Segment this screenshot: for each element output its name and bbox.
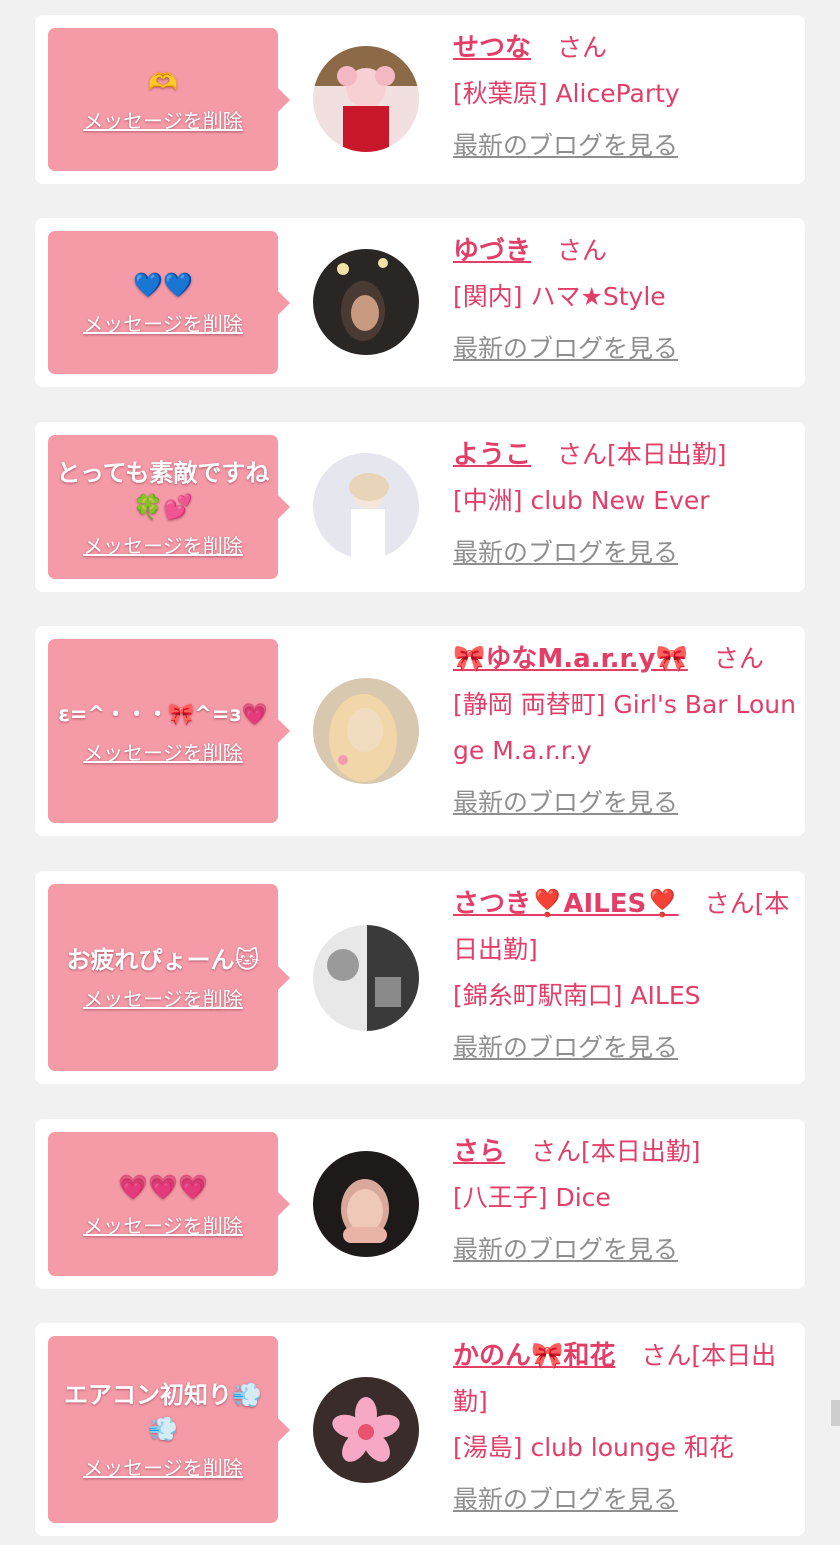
scroll-indicator[interactable] [831,1400,840,1426]
list-item: 💙💙 メッセージを削除 ゆづき さん [関内] ハマ★Style 最新のブログを… [35,218,805,387]
avatar[interactable] [313,1377,419,1483]
latest-blog-link[interactable]: 最新のブログを見る [453,123,678,169]
delete-message-link[interactable]: メッセージを削除 [83,983,243,1012]
cast-name-link[interactable]: さつき❣️AILES❣️ [453,889,679,919]
message-bubble: とっても素敵ですね🍀💕 メッセージを削除 [48,435,290,579]
cast-info: かのん🎀和花 さん[本日出勤] [湯島] club lounge 和花 最新のブ… [453,1333,797,1523]
latest-blog-link[interactable]: 最新のブログを見る [453,1227,678,1273]
shop-name: [静岡 両替町] Girl's Bar Lounge M.a.r.r.y [453,690,796,765]
shop-name: [湯島] club lounge 和花 [453,1433,734,1462]
cast-info: 🎀ゆなM.a.r.r.y🎀 さん [静岡 両替町] Girl's Bar Lou… [453,636,797,826]
latest-blog-link[interactable]: 最新のブログを見る [453,1025,678,1071]
delete-message-link[interactable]: メッセージを削除 [83,308,243,337]
shop-name: [錦糸町駅南口] AILES [453,981,701,1010]
message-bubble: ε=^・・・🎀^=з💗 メッセージを削除 [48,639,290,823]
message-text: お疲れぴょーん🐱 [66,946,260,974]
honorific: さん[本日出勤] [530,1137,701,1166]
delete-message-link[interactable]: メッセージを削除 [83,105,243,134]
cast-name-link[interactable]: ようこ [453,440,531,470]
message-bubble: エアコン初知り💨💨 メッセージを削除 [48,1336,290,1523]
cast-info: せつな さん [秋葉原] AliceParty 最新のブログを見る [453,25,797,169]
shop-name: [中洲] club New Ever [453,486,710,515]
message-text: 💙💙 [133,271,193,299]
honorific: さん [713,644,764,673]
list-item: 💗💗💗 メッセージを削除 さら さん[本日出勤] [八王子] Dice 最新のブ… [35,1119,805,1289]
shop-name: [八王子] Dice [453,1183,611,1212]
avatar[interactable] [313,46,419,152]
list-item: とっても素敵ですね🍀💕 メッセージを削除 ようこ さん[本日出勤] [中洲] c… [35,422,805,592]
latest-blog-link[interactable]: 最新のブログを見る [453,780,678,826]
delete-message-link[interactable]: メッセージを削除 [83,1452,243,1481]
cast-name-link[interactable]: せつな [453,33,531,63]
delete-message-link[interactable]: メッセージを削除 [83,737,243,766]
message-text: エアコン初知り💨💨 [64,1381,262,1443]
latest-blog-link[interactable]: 最新のブログを見る [453,1477,678,1523]
delete-message-link[interactable]: メッセージを削除 [83,530,243,559]
message-bubble: 💗💗💗 メッセージを削除 [48,1132,290,1276]
message-bubble: 🫶 メッセージを削除 [48,28,290,171]
shop-name: [関内] ハマ★Style [453,282,666,311]
avatar[interactable] [313,453,419,559]
message-text: 💗💗💗 [118,1172,208,1201]
avatar[interactable] [313,925,419,1031]
message-text: 🫶 [148,68,178,96]
latest-blog-link[interactable]: 最新のブログを見る [453,530,678,576]
latest-blog-link[interactable]: 最新のブログを見る [453,326,678,372]
avatar[interactable] [313,1151,419,1257]
message-bubble: お疲れぴょーん🐱 メッセージを削除 [48,884,290,1071]
message-text: ε=^・・・🎀^=з💗 [58,701,268,726]
delete-message-link[interactable]: メッセージを削除 [83,1210,243,1239]
cast-info: ようこ さん[本日出勤] [中洲] club New Ever 最新のブログを見… [453,432,797,576]
cast-info: さら さん[本日出勤] [八王子] Dice 最新のブログを見る [453,1129,797,1273]
honorific: さん [556,33,607,62]
list-item: 🫶 メッセージを削除 せつな さん [秋葉原] AliceParty 最新のブロ… [35,15,805,184]
cast-name-link[interactable]: ゆづき [453,236,531,266]
honorific: さん [556,236,607,265]
message-bubble: 💙💙 メッセージを削除 [48,231,290,374]
avatar[interactable] [313,678,419,784]
cast-info: さつき❣️AILES❣️ さん[本日出勤] [錦糸町駅南口] AILES 最新の… [453,881,797,1071]
cast-name-link[interactable]: さら [453,1137,505,1167]
list-item: お疲れぴょーん🐱 メッセージを削除 さつき❣️AILES❣️ さん[本日出勤] … [35,871,805,1084]
cast-info: ゆづき さん [関内] ハマ★Style 最新のブログを見る [453,228,797,372]
list-item: ε=^・・・🎀^=з💗 メッセージを削除 🎀ゆなM.a.r.r.y🎀 さん [静… [35,626,805,836]
shop-name: [秋葉原] AliceParty [453,79,680,108]
message-text: とっても素敵ですね🍀💕 [56,458,270,521]
honorific: さん[本日出勤] [556,440,727,469]
cast-name-link[interactable]: 🎀ゆなM.a.r.r.y🎀 [453,644,688,674]
avatar[interactable] [313,249,419,355]
list-item: エアコン初知り💨💨 メッセージを削除 かのん🎀和花 さん[本日出勤] [湯島] … [35,1323,805,1536]
cast-name-link[interactable]: かのん🎀和花 [453,1341,615,1371]
